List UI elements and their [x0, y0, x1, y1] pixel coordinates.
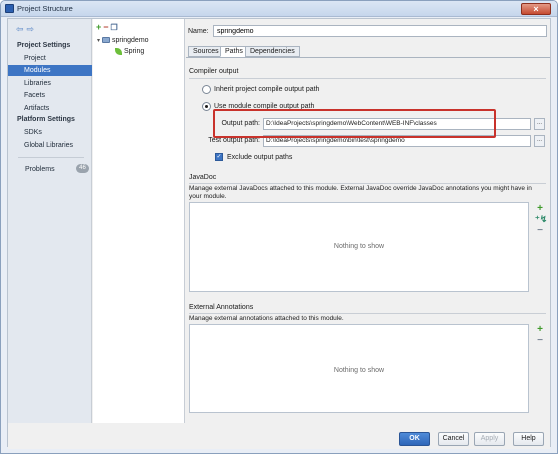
use-module-output-radio[interactable]	[202, 102, 211, 111]
javadoc-tools: + ⁺↯ −	[535, 203, 547, 236]
test-output-path-browse-button[interactable]: ...	[534, 135, 545, 147]
sidebar-item-facets[interactable]: Facets	[24, 90, 92, 101]
external-annotations-divider	[189, 313, 546, 314]
external-annotations-heading: External Annotations	[189, 304, 254, 311]
remove-annotation-icon[interactable]: −	[535, 335, 545, 346]
tree-node-spring[interactable]: Spring	[115, 47, 144, 57]
module-tree: +−❐ ▾ springdemo Spring	[93, 19, 185, 423]
add-javadoc-icon[interactable]: +	[535, 203, 545, 214]
project-settings-heading: Project Settings	[17, 42, 71, 49]
apply-button[interactable]: Apply	[474, 432, 505, 446]
app-icon	[5, 4, 14, 13]
external-annotations-empty-text: Nothing to show	[333, 367, 385, 374]
javadoc-empty-text: Nothing to show	[333, 243, 385, 250]
copy-icon[interactable]: ❐	[111, 23, 120, 32]
back-arrow-icon[interactable]: ⇦	[16, 24, 27, 34]
sidebar-item-modules[interactable]: Modules	[8, 65, 92, 76]
test-output-path-label: Test output path:	[208, 137, 260, 144]
help-button[interactable]: Help	[513, 432, 544, 446]
add-annotation-icon[interactable]: +	[535, 324, 545, 335]
tree-node-label: Spring	[124, 48, 145, 55]
module-detail-pane: Name: Sources Paths Dependencies Compile…	[186, 19, 550, 423]
external-annotations-description: Manage external annotations attached to …	[189, 315, 344, 322]
platform-settings-heading: Platform Settings	[17, 116, 75, 123]
problems-count-badge: 46	[76, 164, 89, 173]
sidebar-divider	[18, 157, 84, 158]
sidebar-item-sdks[interactable]: SDKs	[24, 127, 92, 138]
tab-sources[interactable]: Sources	[188, 46, 224, 57]
sidebar-item-project[interactable]: Project	[24, 53, 92, 64]
cancel-button[interactable]: Cancel	[438, 432, 469, 446]
module-name-field[interactable]	[213, 25, 547, 37]
name-label: Name:	[188, 28, 209, 35]
sidebar-item-artifacts[interactable]: Artifacts	[24, 103, 92, 114]
external-annotations-tools: + −	[535, 324, 545, 346]
javadoc-divider	[189, 183, 546, 184]
project-structure-window: Project Structure × ⇦⇨ Project Settings …	[0, 0, 558, 454]
nav-buttons: ⇦⇨	[16, 24, 37, 35]
forward-arrow-icon[interactable]: ⇨	[27, 24, 38, 34]
tab-dependencies[interactable]: Dependencies	[245, 46, 300, 57]
compiler-output-heading: Compiler output	[189, 68, 239, 75]
output-path-browse-button[interactable]: ...	[534, 118, 545, 130]
remove-icon[interactable]: −	[103, 22, 110, 32]
tab-paths[interactable]: Paths	[220, 46, 248, 57]
sidebar-item-global-libraries[interactable]: Global Libraries	[24, 140, 92, 151]
inherit-output-label: Inherit project compile output path	[214, 86, 320, 93]
settings-sidebar: ⇦⇨ Project Settings Project Modules Libr…	[8, 19, 92, 423]
javadoc-list[interactable]: Nothing to show	[189, 202, 529, 292]
tree-node-label: springdemo	[111, 37, 149, 44]
exclude-output-checkbox[interactable]: ✓	[215, 153, 223, 161]
sidebar-item-libraries[interactable]: Libraries	[24, 78, 92, 89]
title-bar[interactable]: Project Structure ×	[1, 1, 557, 17]
javadoc-description: Manage external JavaDocs attached to thi…	[189, 185, 532, 200]
tree-node-springdemo[interactable]: ▾ springdemo	[97, 36, 149, 46]
tab-underline	[186, 57, 550, 58]
output-path-highlight	[213, 109, 496, 138]
exclude-output-label: Exclude output paths	[227, 154, 293, 161]
remove-javadoc-icon[interactable]: −	[535, 225, 545, 236]
window-title: Project Structure	[17, 4, 73, 13]
dialog-footer: OK Cancel Apply Help	[8, 423, 550, 449]
tree-toolbar: +−❐	[96, 22, 120, 32]
add-javadoc-url-icon[interactable]: ⁺↯	[535, 214, 547, 225]
module-folder-icon	[101, 37, 110, 44]
spring-leaf-icon	[115, 47, 122, 55]
ok-button[interactable]: OK	[399, 432, 430, 446]
dialog-body: ⇦⇨ Project Settings Project Modules Libr…	[7, 18, 551, 449]
external-annotations-list[interactable]: Nothing to show	[189, 324, 529, 413]
expand-arrow-icon[interactable]: ▾	[97, 38, 100, 44]
close-button[interactable]: ×	[521, 3, 551, 15]
javadoc-heading: JavaDoc	[189, 174, 217, 181]
compiler-output-divider	[189, 78, 546, 79]
inherit-output-radio[interactable]	[202, 85, 211, 94]
